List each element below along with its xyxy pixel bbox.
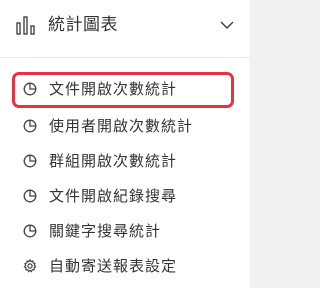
- menu-item-label: 關鍵字搜尋統計: [49, 222, 162, 240]
- menu-item-keyword-search-stats[interactable]: 關鍵字搜尋統計: [12, 214, 234, 250]
- menu-item-label: 群組開啟次數統計: [49, 152, 178, 170]
- pie-chart-icon: [23, 119, 37, 133]
- statistics-panel: 統計圖表 文件開啟次數統計 使用者開啟次數統計 群組開啟次數統計 文件開啟紀錄搜…: [0, 0, 250, 288]
- menu-item-group-open-count[interactable]: 群組開啟次數統計: [12, 144, 234, 180]
- menu-item-user-open-count[interactable]: 使用者開啟次數統計: [12, 109, 234, 145]
- chevron-down-icon[interactable]: [219, 19, 235, 31]
- section-title: 統計圖表: [48, 15, 118, 35]
- menu-item-document-open-count[interactable]: 文件開啟次數統計: [12, 72, 234, 108]
- statistics-header[interactable]: 統計圖表: [0, 0, 250, 57]
- menu-item-document-open-log-search[interactable]: 文件開啟紀錄搜尋: [12, 179, 234, 215]
- menu-item-auto-report-settings[interactable]: 自動寄送報表設定: [12, 249, 234, 285]
- bar-chart-icon: [16, 16, 35, 35]
- pie-chart-icon: [23, 82, 37, 96]
- menu-item-label: 文件開啟紀錄搜尋: [49, 187, 178, 205]
- menu-item-label: 自動寄送報表設定: [49, 257, 178, 275]
- pie-chart-icon: [23, 224, 37, 238]
- gear-icon: [23, 259, 37, 273]
- menu-item-label: 使用者開啟次數統計: [49, 117, 194, 135]
- menu-item-label: 文件開啟次數統計: [49, 80, 178, 98]
- pie-chart-icon: [23, 189, 37, 203]
- pie-chart-icon: [23, 154, 37, 168]
- header-divider: [0, 57, 250, 58]
